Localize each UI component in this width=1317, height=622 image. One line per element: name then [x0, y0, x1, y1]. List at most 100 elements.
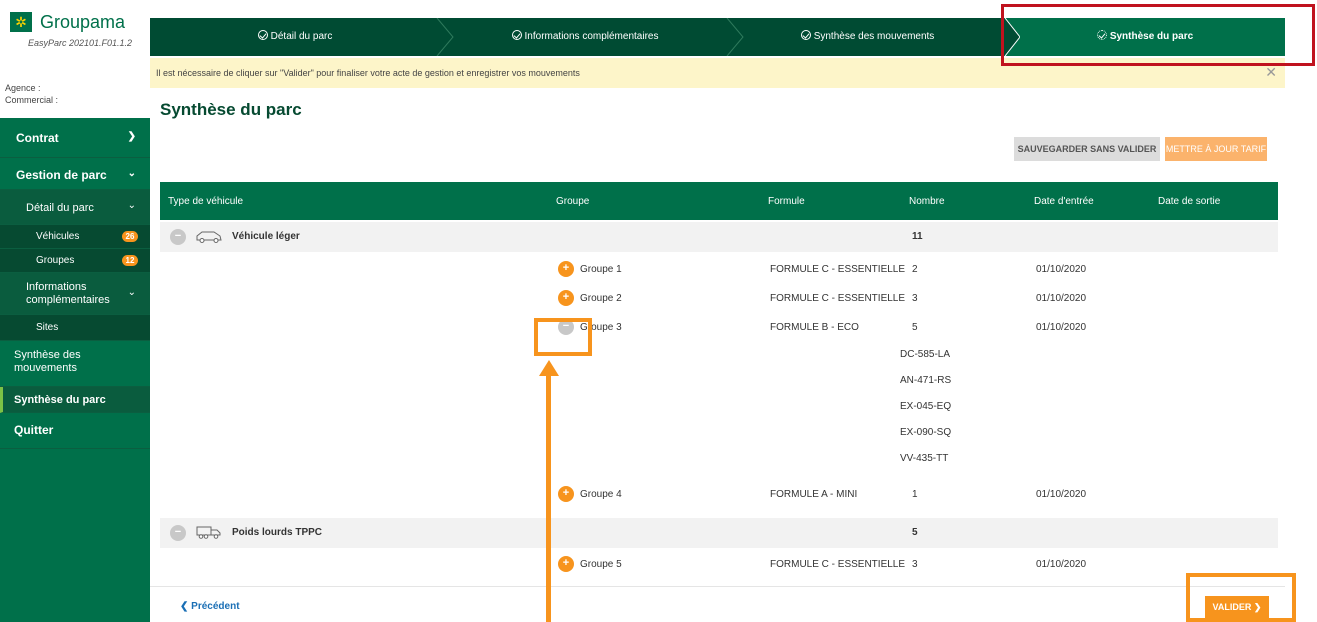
expand-icon[interactable]: + — [558, 556, 574, 572]
group-name: Groupe 5 — [580, 559, 622, 570]
sidebar-item-synthese-mouvements[interactable]: Synthèse des mouvements — [0, 341, 150, 387]
plate-number: AN-471-RS — [900, 375, 952, 386]
column-header: Groupe — [556, 196, 590, 207]
step-synthese-mouvements[interactable]: Synthèse des mouvements — [730, 18, 1005, 56]
sidebar-item-gestion[interactable]: Gestion de parc ⌄ — [0, 158, 150, 190]
vehicle-type-label: Poids lourds TPPC — [232, 527, 323, 538]
plate-number: VV-435-TT — [900, 453, 949, 464]
close-icon[interactable]: ✕ — [1265, 64, 1277, 81]
sidebar-item-vehicules[interactable]: Véhicules 26 — [0, 225, 150, 249]
table-row: + Groupe 1 FORMULE C - ESSENTIELLE 2 01/… — [160, 255, 1278, 283]
step-detail-parc[interactable]: Détail du parc — [150, 18, 440, 56]
group-name: Groupe 1 — [580, 264, 622, 275]
sidebar-item-label: Sites — [36, 322, 59, 333]
highlight-box — [1001, 4, 1315, 66]
table-header: Type de véhicule Groupe Formule Nombre D… — [160, 182, 1278, 220]
vehicle-type-count: 11 — [912, 231, 923, 242]
sidebar-item-quitter[interactable]: Quitter — [0, 413, 150, 449]
date-entree: 01/10/2020 — [1036, 489, 1087, 500]
sidebar-item-label: Quitter — [14, 423, 54, 437]
groupama-logo-icon: ✲ — [10, 12, 32, 32]
column-header: Date d'entrée — [1034, 196, 1094, 207]
car-icon — [196, 231, 222, 243]
plate-row: AN-471-RS — [160, 368, 1278, 394]
nombre: 3 — [912, 559, 918, 570]
table-row: + Groupe 5 FORMULE C - ESSENTIELLE 3 01/… — [160, 550, 1278, 578]
column-header: Date de sortie — [1158, 196, 1221, 207]
vehicle-type-count: 5 — [912, 527, 918, 538]
chevron-down-icon: ⌄ — [127, 287, 136, 298]
nombre: 2 — [912, 264, 918, 275]
label-line: Informations — [26, 281, 87, 293]
step-label: Informations complémentaires — [524, 31, 659, 42]
step-label: Synthèse des mouvements — [813, 31, 935, 42]
arrow-shaft — [546, 374, 551, 622]
logo-area: ✲ Groupama EasyParc 202101.F01.1.2 — [0, 0, 150, 60]
date-entree: 01/10/2020 — [1036, 559, 1087, 570]
sidebar-item-contrat[interactable]: Contrat ❯ — [0, 118, 150, 158]
check-circle-icon — [257, 30, 268, 40]
collapse-icon[interactable]: − — [170, 229, 186, 245]
collapse-icon[interactable]: − — [170, 525, 186, 541]
page-title: Synthèse du parc — [160, 100, 302, 119]
step-label: Détail du parc — [270, 31, 333, 42]
count-badge: 26 — [122, 231, 138, 242]
sidebar-item-sites[interactable]: Sites — [0, 315, 150, 341]
highlight-box — [1186, 573, 1296, 622]
check-circle-icon — [800, 30, 811, 40]
chevron-right-icon: ❯ — [127, 131, 136, 142]
formule: FORMULE A - MINI — [770, 489, 858, 500]
date-entree: 01/10/2020 — [1036, 322, 1087, 333]
agency-info: Agence : Commercial : — [0, 60, 150, 118]
previous-link[interactable]: ❮ Précédent — [180, 601, 240, 612]
commercial-label: Commercial : — [5, 95, 59, 105]
alert-text: Il est nécessaire de cliquer sur "Valide… — [156, 68, 580, 78]
step-informations[interactable]: Informations complémentaires — [440, 18, 730, 56]
formule: FORMULE C - ESSENTIELLE — [770, 264, 906, 275]
sidebar-item-detail-parc[interactable]: Détail du parc ⌄ — [0, 190, 150, 225]
plate-row: EX-090-SQ — [160, 420, 1278, 446]
logo-name: Groupama — [40, 12, 126, 32]
save-without-validate-button[interactable]: SAUVEGARDER SANS VALIDER — [1014, 137, 1160, 161]
sidebar-item-groupes[interactable]: Groupes 12 — [0, 249, 150, 273]
nombre: 3 — [912, 293, 918, 304]
update-tariff-button[interactable]: METTRE À JOUR TARIF — [1165, 137, 1267, 161]
check-circle-icon — [511, 30, 522, 40]
sidebar-item-synthese-parc[interactable]: Synthèse du parc — [0, 387, 150, 413]
plate-row: EX-045-EQ — [160, 394, 1278, 420]
truck-icon — [196, 526, 221, 539]
column-header: Nombre — [909, 196, 945, 207]
date-entree: 01/10/2020 — [1036, 293, 1087, 304]
formule: FORMULE C - ESSENTIELLE — [770, 559, 906, 570]
expand-icon[interactable]: + — [558, 261, 574, 277]
vehicle-type-row: − Poids lourds TPPC 5 — [160, 518, 1278, 548]
formule: FORMULE B - ECO — [770, 322, 859, 333]
expand-icon[interactable]: + — [558, 486, 574, 502]
plate-row: VV-435-TT — [160, 446, 1278, 472]
label-line: complémentaires — [26, 294, 110, 306]
sidebar-item-label: Groupes — [36, 255, 75, 266]
plate-number: DC-585-LA — [900, 349, 951, 360]
sidebar-item-label: Gestion de parc — [16, 168, 107, 182]
count-badge: 12 — [122, 255, 138, 266]
column-header: Type de véhicule — [168, 196, 244, 207]
highlight-box — [534, 318, 592, 356]
agence-label: Agence : — [5, 83, 41, 93]
sidebar: ✲ Groupama EasyParc 202101.F01.1.2 Agenc… — [0, 0, 150, 622]
label-line: Synthèse des — [14, 349, 81, 361]
sidebar-item-label: Véhicules — [36, 231, 80, 242]
sidebar-item-informations[interactable]: Informations complémentaires ⌄ — [0, 273, 150, 315]
sidebar-item-label: Contrat — [16, 131, 59, 145]
expand-icon[interactable]: + — [558, 290, 574, 306]
nombre: 1 — [912, 489, 918, 500]
footer-bar: ❮ Précédent VALIDER ❯ — [150, 586, 1285, 622]
table-row: + Groupe 4 FORMULE A - MINI 1 01/10/2020 — [160, 480, 1278, 508]
vehicle-type-row: − Véhicule léger 11 — [160, 222, 1278, 252]
column-header: Formule — [768, 196, 805, 207]
chevron-down-icon: ⌄ — [127, 200, 136, 211]
sidebar-item-label: Détail du parc — [26, 202, 94, 214]
sidebar-item-label: Informations complémentaires — [26, 281, 110, 307]
formule: FORMULE C - ESSENTIELLE — [770, 293, 906, 304]
sidebar-item-label: Synthèse des mouvements — [14, 349, 81, 375]
vehicle-type-label: Véhicule léger — [232, 231, 300, 242]
